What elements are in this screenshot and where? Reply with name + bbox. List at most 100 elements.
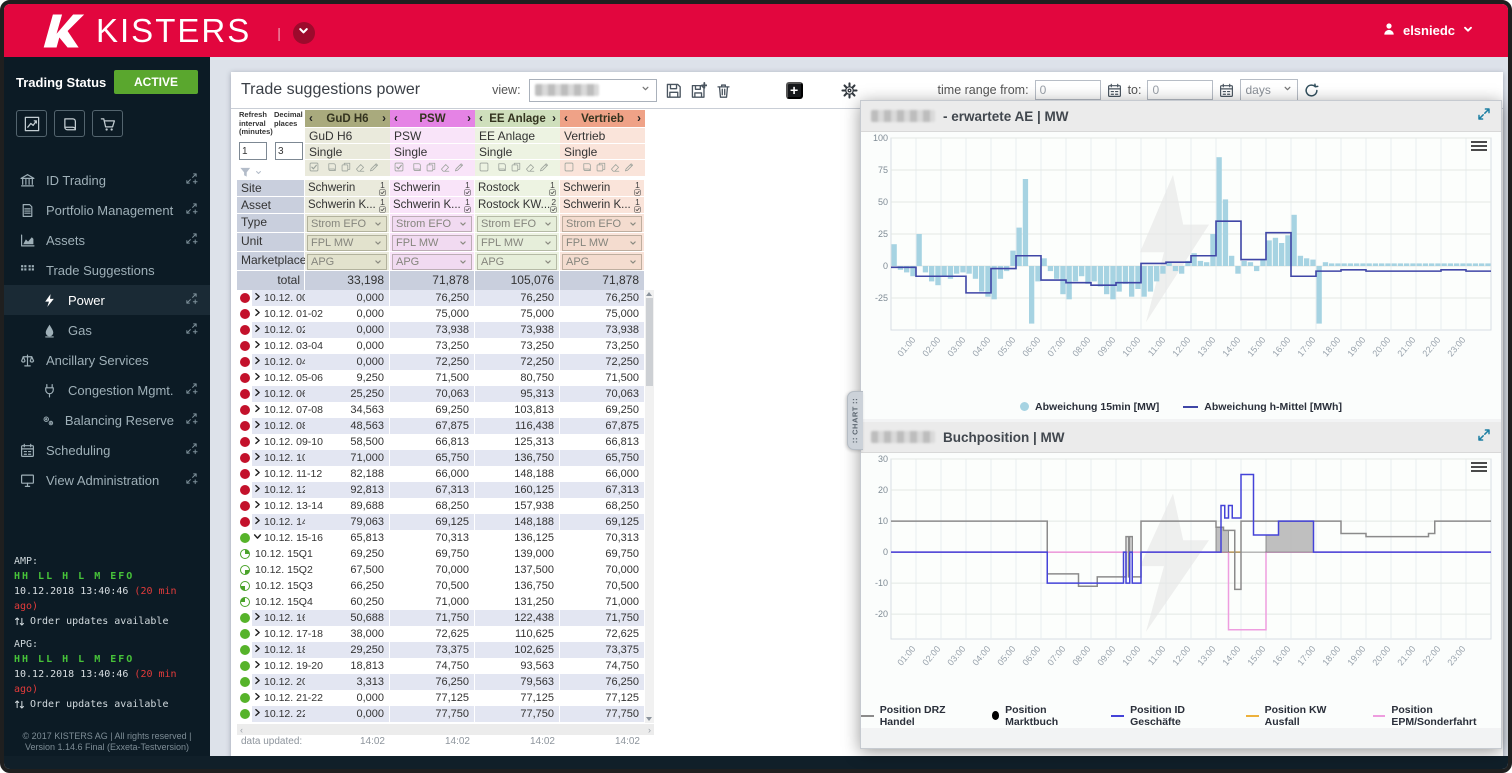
header-menu-button[interactable] (292, 21, 315, 44)
row-label[interactable]: 10.12. 05-06 (252, 370, 323, 386)
row-label[interactable]: 10.12. 08-09 (252, 418, 323, 434)
legend-item[interactable]: Position KW Ausfall (1245, 704, 1349, 728)
unit-select[interactable]: FPL MW (477, 235, 557, 251)
row-label[interactable]: 10.12. 21-22 (252, 690, 323, 706)
unit-select[interactable]: FPL MW (562, 235, 642, 251)
asset-cell[interactable]: Schwerin K... 1 (390, 197, 475, 214)
open-in-window-icon[interactable] (185, 382, 198, 398)
expand-icon[interactable] (253, 692, 262, 704)
table-row[interactable]: 10.12. 22-23 0,000 77,750 77,750 77,750 (237, 706, 654, 722)
table-row[interactable]: 10.12. 23-240,00078,50078,50078,500 (237, 722, 654, 723)
feed-note[interactable]: Order updates available (14, 614, 200, 629)
sidebar-item-power[interactable]: Power (4, 285, 210, 315)
book-icon-button[interactable] (497, 162, 507, 175)
sidebar-item-portfolio-management[interactable]: Portfolio Management (4, 195, 210, 225)
sidebar-item-trade-suggestions[interactable]: Trade Suggestions (4, 255, 210, 285)
save-view-button[interactable] (665, 82, 682, 99)
open-in-window-icon[interactable] (185, 202, 198, 218)
expand-icon[interactable] (253, 324, 262, 336)
quick-cart-button[interactable] (92, 110, 123, 137)
copy-icon-button[interactable] (596, 162, 606, 175)
refresh-icon[interactable] (1304, 83, 1319, 98)
table-row[interactable]: 10.12. 20-21 3,313 76,250 79,563 76,250 (237, 674, 654, 690)
legend-item[interactable]: Position Marktbuch (991, 704, 1088, 728)
row-label[interactable]: 10.12. 06-07 (252, 386, 323, 402)
type-select[interactable]: Strom EFO (392, 216, 472, 232)
horizontal-scrollbar[interactable]: ‹ › (237, 724, 654, 735)
unit-select[interactable]: FPL MW (392, 235, 472, 251)
table-row[interactable]: 10.12. 00-01 0,000 76,250 76,250 76,250 (237, 290, 654, 306)
site-cell[interactable]: Schwerin 1 (305, 180, 390, 197)
legend-item[interactable]: Position DRZ Handel (861, 704, 968, 728)
open-in-window-icon[interactable] (185, 412, 198, 428)
open-in-window-icon[interactable] (185, 472, 198, 488)
refresh-interval-input[interactable] (239, 142, 267, 161)
column-prev-icon[interactable]: ‹ (564, 113, 568, 125)
book-icon-button[interactable] (327, 162, 337, 175)
column-checkbox[interactable] (309, 162, 319, 175)
table-row[interactable]: 10.12. 09-10 58,500 66,813 125,313 66,813 (237, 434, 654, 450)
scroll-up-icon[interactable] (646, 292, 652, 296)
settings-gear-button[interactable] (840, 81, 858, 99)
table-row[interactable]: 10.12. 10-11 71,000 65,750 136,750 65,750 (237, 450, 654, 466)
column-checkbox[interactable] (564, 162, 574, 175)
table-row[interactable]: 10.12. 12-13 92,813 67,313 160,125 67,313 (237, 482, 654, 498)
add-column-button[interactable]: + (785, 81, 803, 99)
open-in-window-icon[interactable] (185, 232, 198, 248)
sidebar-item-view-administration[interactable]: View Administration (4, 465, 210, 495)
row-label[interactable]: 10.12. 03-04 (252, 338, 323, 354)
column-checkbox[interactable] (479, 162, 489, 175)
sidebar-item-id-trading[interactable]: ID Trading (4, 165, 210, 195)
column-prev-icon[interactable]: ‹ (394, 113, 398, 125)
eraser-icon-button[interactable] (525, 162, 535, 175)
pencil-icon-button[interactable] (624, 162, 634, 175)
open-in-window-icon[interactable] (185, 442, 198, 458)
trading-status-badge[interactable]: ACTIVE (114, 70, 198, 94)
expand-icon[interactable] (253, 500, 262, 512)
row-label[interactable]: 10.12. 04-05 (252, 354, 323, 370)
expand-icon[interactable] (253, 660, 262, 672)
open-in-window-icon[interactable] (185, 172, 198, 188)
table-row[interactable]: 10.12. 21-22 0,000 77,125 77,125 77,125 (237, 690, 654, 706)
column-checkbox[interactable] (394, 162, 404, 175)
quick-chart-line-button[interactable] (16, 110, 47, 137)
table-row[interactable]: 10.12. 15Q3 66,250 70,500 136,750 70,500 (237, 578, 654, 594)
asset-cell[interactable]: Schwerin K... 1 (560, 197, 645, 214)
table-row[interactable]: 10.12. 01-02 0,000 75,000 75,000 75,000 (237, 306, 654, 322)
column-next-icon[interactable]: › (552, 113, 556, 125)
open-in-window-icon[interactable] (185, 322, 198, 338)
expand-icon[interactable] (253, 308, 262, 320)
expand-icon[interactable] (253, 356, 262, 368)
pencil-icon-button[interactable] (369, 162, 379, 175)
asset-cell[interactable]: Rostock KW... 2 (475, 197, 560, 214)
expand-icon[interactable] (253, 628, 262, 640)
expand-icon[interactable] (253, 708, 262, 720)
expand-icon[interactable] (253, 372, 262, 384)
marketplace-select[interactable]: APG (562, 254, 642, 270)
row-label[interactable]: 10.12. 07-08 (252, 402, 323, 418)
pencil-icon-button[interactable] (539, 162, 549, 175)
expand-icon[interactable] (253, 468, 262, 480)
expand-icon[interactable] (253, 420, 262, 432)
row-label[interactable]: 10.12. 09-10 (252, 434, 323, 450)
row-label[interactable]: 10.12. 19-20 (252, 658, 323, 674)
site-cell[interactable]: Schwerin 1 (390, 180, 475, 197)
scroll-down-icon[interactable] (646, 717, 652, 721)
column-next-icon[interactable]: › (467, 113, 471, 125)
table-row[interactable]: 10.12. 05-06 9,250 71,500 80,750 71,500 (237, 370, 654, 386)
table-row[interactable]: 10.12. 14-15 79,063 69,125 148,188 69,125 (237, 514, 654, 530)
table-row[interactable]: 10.12. 06-07 25,250 70,063 95,313 70,063 (237, 386, 654, 402)
column-next-icon[interactable]: › (637, 113, 641, 125)
expand-icon[interactable] (253, 452, 262, 464)
feed-note[interactable]: Order updates available (14, 697, 200, 712)
row-label[interactable]: 10.12. 01-02 (252, 306, 323, 322)
row-label[interactable]: 10.12. 20-21 (252, 674, 323, 690)
type-select[interactable]: Strom EFO (477, 216, 557, 232)
view-select[interactable] (528, 78, 657, 102)
marketplace-select[interactable]: APG (307, 254, 387, 270)
table-row[interactable]: 10.12. 18-19 29,250 73,375 102,625 73,375 (237, 642, 654, 658)
table-row[interactable]: 10.12. 15-16 65,813 70,313 136,125 70,313 (237, 530, 654, 546)
table-row[interactable]: 10.12. 15Q4 60,250 71,000 131,250 71,000 (237, 594, 654, 610)
column-next-icon[interactable]: › (382, 113, 386, 125)
calendar-icon[interactable] (1107, 83, 1122, 98)
